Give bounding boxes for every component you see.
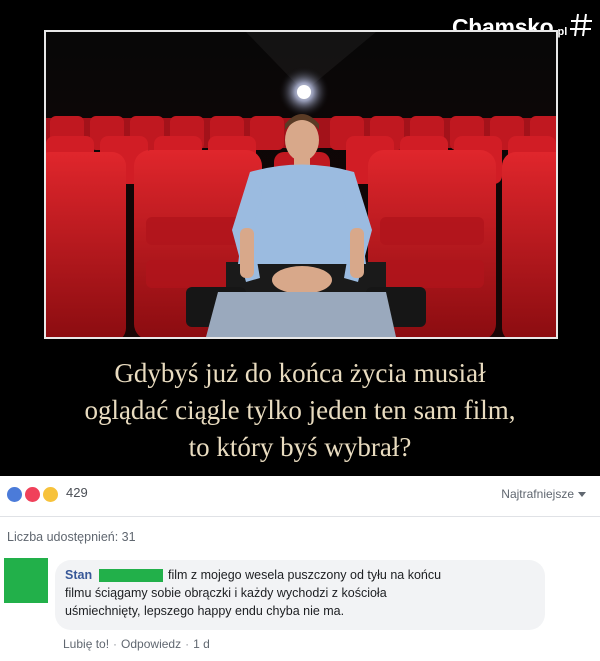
caption-line: to który byś wybrał? (188, 432, 412, 462)
comment-text-line: filmu ściągamy sobie obrączki i każdy wy… (65, 586, 387, 600)
comment-text-line: uśmiechnięty, lepszego happy endu chyba … (65, 604, 345, 618)
separator: · (185, 637, 190, 651)
comment-actions: Lubię to! · Odpowiedz · 1 d (63, 637, 210, 651)
comment-author[interactable]: Stan (65, 568, 92, 582)
comment-bubble: Stan film z mojego wesela puszczony od t… (55, 560, 545, 630)
like-link[interactable]: Lubię to! (63, 637, 109, 651)
meme-caption: Gdybyś już do końca życia musiał oglądać… (20, 355, 580, 466)
reaction-count[interactable]: 429 (66, 485, 88, 500)
hash-icon (570, 13, 592, 37)
reactions-bar: 429 Najtrafniejsze (0, 476, 600, 516)
haha-icon[interactable] (42, 486, 59, 503)
shares-count[interactable]: Liczba udostępnień: 31 (7, 530, 136, 544)
comment-timestamp[interactable]: 1 d (193, 637, 210, 651)
love-icon[interactable] (24, 486, 41, 503)
like-icon[interactable] (6, 486, 23, 503)
reply-link[interactable]: Odpowiedz (121, 637, 181, 651)
meme-image: Chamsko .pl Gdybyś już do końca życia mu… (0, 0, 600, 476)
caption-line: oglądać ciągle tylko jeden ten sam film, (84, 395, 516, 425)
chevron-down-icon[interactable] (578, 492, 586, 497)
caption-line: Gdybyś już do końca życia musiał (114, 358, 486, 388)
redaction-block (99, 569, 163, 582)
avatar[interactable] (4, 558, 48, 603)
sort-dropdown[interactable]: Najtrafniejsze (501, 487, 574, 501)
comment-text-line: film z mojego wesela puszczony od tyłu n… (168, 568, 442, 582)
divider (0, 516, 600, 517)
separator: · (113, 637, 118, 651)
cinema-photo (44, 30, 558, 339)
